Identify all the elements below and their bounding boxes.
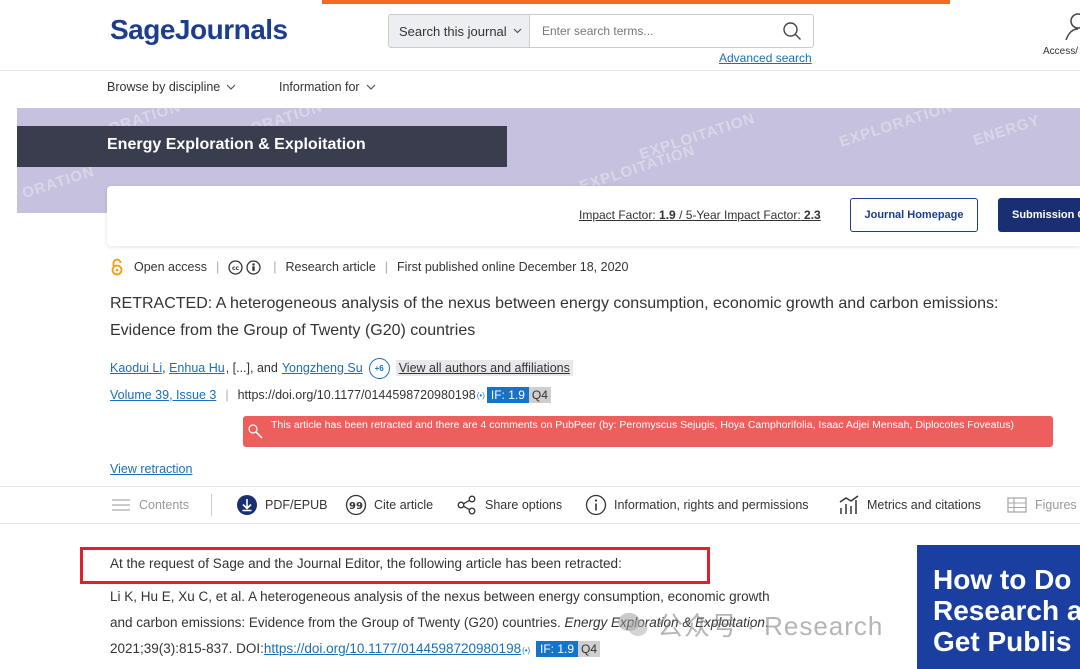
nav-divider: [0, 70, 1080, 71]
pubpeer-icon: [248, 424, 263, 439]
toolbar-divider-bottom: [0, 523, 1080, 524]
bar-chart-icon: [839, 495, 859, 514]
nav-browse-by-discipline[interactable]: Browse by discipline: [107, 80, 236, 94]
toolbar-information-rights[interactable]: Information, rights and permissions: [585, 493, 809, 517]
quartile-badge: Q4: [578, 641, 601, 657]
retraction-notice-intro: At the request of Sage and the Journal E…: [110, 556, 622, 571]
author-link[interactable]: Enhua Hu: [169, 361, 225, 375]
svg-text:99: 99: [349, 501, 363, 512]
search-scope-select[interactable]: Search this journal: [388, 14, 530, 48]
five-year-value: 2.3: [804, 208, 821, 222]
toolbar-pdf-label: PDF/EPUB: [265, 498, 328, 512]
first-published-date: First published online December 18, 2020: [397, 260, 629, 274]
toolbar-contents[interactable]: Contents: [110, 493, 189, 517]
banner-watermark-word: ORATION: [20, 162, 97, 203]
toolbar-cite-article[interactable]: 99 Cite article: [345, 493, 433, 517]
toolbar-metrics-label: Metrics and citations: [867, 498, 981, 512]
view-retraction-link[interactable]: View retraction: [110, 462, 192, 476]
submission-guidelines-button[interactable]: Submission G: [998, 198, 1080, 232]
impact-factor-value: 1.9: [659, 208, 676, 222]
separator: |: [384, 260, 389, 274]
share-icon: [457, 495, 476, 515]
impact-factor-label: Impact Factor:: [579, 208, 656, 222]
separator: |: [215, 260, 220, 274]
citation-doi-link[interactable]: https://doi.org/10.1177/0144598720980198: [264, 641, 521, 656]
chevron-down-icon: [513, 28, 522, 34]
retracted-article-citation: Li K, Hu E, Xu C, et al. A heterogeneous…: [110, 584, 790, 664]
volume-doi-row: Volume 39, Issue 3 | https://doi.org/10.…: [110, 385, 551, 405]
svg-text:cc: cc: [232, 265, 240, 272]
article-title: RETRACTED: A heterogeneous analysis of t…: [110, 295, 999, 339]
creative-commons-icon[interactable]: cc: [228, 259, 243, 275]
article-type: Research article: [285, 260, 376, 274]
chevron-down-icon: [366, 84, 376, 90]
ad-line: Research a: [933, 595, 1080, 626]
separator: |: [225, 388, 229, 402]
info-icon: [585, 494, 607, 516]
toolbar-separator: [211, 494, 212, 516]
five-year-label: / 5-Year Impact Factor:: [679, 208, 801, 222]
toolbar-figures[interactable]: Figures a: [1006, 493, 1080, 517]
toolbar-info-label: Information, rights and permissions: [614, 498, 809, 512]
impact-factor-badge: IF: 1.9: [536, 641, 579, 657]
nav-information-label: Information for: [279, 80, 360, 94]
quote-icon: 99: [345, 494, 367, 516]
volume-issue-link[interactable]: Volume 39, Issue 3: [110, 388, 216, 402]
open-access-label: Open access: [134, 260, 207, 274]
quartile-badge: Q4: [528, 387, 551, 403]
search-input[interactable]: [529, 14, 814, 48]
impact-factor-link[interactable]: Impact Factor: 1.9 / 5-Year Impact Facto…: [579, 208, 821, 222]
ad-line: How to Do: [933, 564, 1072, 595]
toolbar-pdf-epub[interactable]: PDF/EPUB: [236, 493, 328, 517]
search-scope-label: Search this journal: [399, 23, 507, 39]
toolbar-contents-label: Contents: [139, 498, 190, 512]
sage-journals-logo[interactable]: SageJournals: [110, 14, 288, 46]
author-link[interactable]: Yongzheng Su: [282, 361, 363, 375]
broadcast-icon: (•): [476, 390, 485, 400]
journal-title[interactable]: Energy Exploration & Exploitation: [107, 136, 366, 154]
list-icon: [112, 499, 130, 511]
doi-text[interactable]: https://doi.org/10.1177/0144598720980198: [238, 388, 476, 402]
publishing-advert[interactable]: How to Do Research a Get Publis: [917, 545, 1080, 669]
separator: |: [273, 260, 277, 274]
author-link[interactable]: Kaodui Li: [110, 361, 162, 375]
banner-watermark-word: ENERGY: [971, 111, 1043, 150]
toolbar-cite-label: Cite article: [374, 498, 434, 512]
banner-watermark-word: EXPLOITATION: [637, 109, 758, 164]
nav-information-for[interactable]: Information for: [279, 80, 376, 94]
impact-factor-badge: IF: 1.9: [486, 387, 529, 403]
advanced-search-link[interactable]: Advanced search: [719, 51, 812, 65]
open-access-icon: [111, 258, 123, 276]
nav-browse-label: Browse by discipline: [107, 80, 221, 94]
journal-homepage-button[interactable]: Journal Homepage: [850, 198, 978, 232]
search-icon[interactable]: [782, 21, 802, 41]
pubpeer-retraction-alert[interactable]: This article has been retracted and ther…: [243, 416, 1053, 447]
citation-journal: Energy Exploration & Exploitation: [564, 615, 765, 630]
chevron-down-icon: [226, 84, 236, 90]
user-icon[interactable]: [1062, 12, 1080, 40]
download-icon: [237, 495, 257, 515]
article-meta-row: Open access | cc | Research article | Fi…: [110, 258, 628, 276]
ad-line: Get Publis: [933, 626, 1072, 657]
access-label[interactable]: Access/: [1043, 46, 1078, 57]
toolbar-divider-top: [0, 486, 1080, 487]
authors-ellipsis: , [...], and: [225, 361, 278, 375]
view-all-authors-link[interactable]: View all authors and affiliations: [395, 360, 573, 376]
top-accent-bar: [322, 0, 950, 4]
toolbar-share-options[interactable]: Share options: [456, 493, 562, 517]
authors-row: Kaodui Li, Enhua Hu , [...], and Yongzhe…: [110, 357, 573, 379]
toolbar-share-label: Share options: [485, 498, 563, 512]
retraction-alert-text: This article has been retracted and ther…: [271, 419, 1014, 431]
toolbar-metrics-citations[interactable]: Metrics and citations: [838, 493, 981, 517]
banner-watermark-word: EXPLORATION: [837, 108, 955, 151]
toolbar-figures-label: Figures a: [1035, 498, 1080, 512]
table-icon: [1007, 497, 1027, 513]
attribution-icon[interactable]: [246, 259, 261, 275]
more-authors-badge[interactable]: +6: [368, 357, 390, 379]
broadcast-icon: (•): [522, 646, 531, 655]
